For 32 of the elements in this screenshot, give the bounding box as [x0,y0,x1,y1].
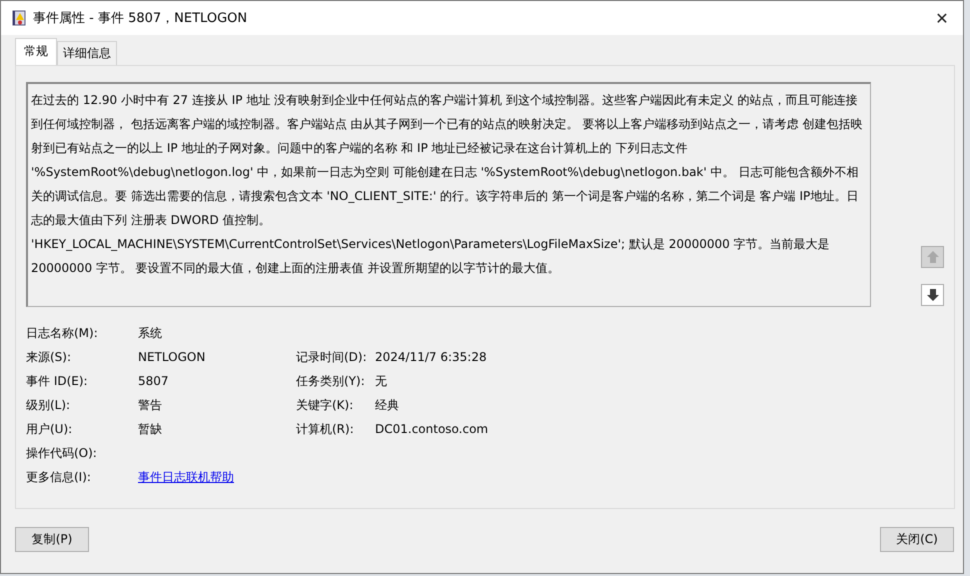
field-value: 无 [375,372,388,390]
field-label: 任务类别(Y): [296,372,366,390]
field-label: 记录时间(D): [296,348,368,366]
field-value: 警告 [138,396,163,414]
field-label: 更多信息(I): [26,468,92,486]
field-value: 系统 [138,324,163,342]
field-label: 用户(U): [26,420,74,438]
field-label: 日志名称(M): [26,324,99,342]
up-arrow-icon [926,250,940,264]
field-label: 来源(S): [26,348,72,366]
field-value: NETLOGON [138,350,206,364]
copy-button[interactable]: 复制(P) [15,527,89,552]
field-label: 级别(L): [26,396,72,414]
field-value: 5807 [138,374,170,388]
tab[interactable]: 常规 [15,38,57,65]
event-description: 在过去的 12.90 小时中有 27 连接从 IP 地址 没有映射到企业中任何站点的客户端计算机 到这个域控制器。这些客户端因此有未定义 的站点，而且可能连接到任何域控制器， 包括远离客户端的域控制器。客户端站点 由从其子网到一个已有的站点的映射决定。 要将以上客户端移动到站点之一，请考虑 创建包括映射到已有站点之一的以上 IP 地址的子网对象。问题中的客户端的名称 和 IP 地址已经被记录在这台计算机上的 下列日志文件 '%SystemRoot%\debug\netlogon.log' 中，如果前一日志为空则 可能创建在日志 '%SystemRoot%\debug\netlogon.bak' 中。 日志可能包含额外不相关的调试信息。要 筛选出需要的信息，请搜索包含文本 'NO_CLIENT_SITE:' 的行。该字符串后的 第一个词是客户端的名称，第二个词是 客户端 IP地址。日志的最大值由下列 注册表 DWORD 值控制。 'HKEY_LOCAL_MACHINE\SYSTEM\CurrentControlSet\Services\Netlogon\Parameters\LogFileMaxSize'; 默认是 20000000 字节。当前最大是 20000000 字节。 要设置不同的最大值，创建上面的注册表值 并设置所期望的以字节计的最大值。 [26,82,871,307]
field-label: 关键字(K): [296,396,354,414]
field-label: 操作代码(O): [26,444,98,462]
window-title: 事件属性 - 事件 5807，NETLOGON [33,10,248,27]
help-link[interactable]: 事件日志联机帮助 [138,470,234,484]
field-value: 2024/11/7 6:35:28 [375,350,488,364]
move-down-button[interactable] [921,284,944,306]
field-value: DC01.contoso.com [375,422,490,436]
field-label: 事件 ID(E): [26,372,89,390]
field-label: 计算机(R): [296,420,355,438]
down-arrow-icon [926,288,940,302]
close-button[interactable]: ✕ [927,4,957,32]
close-dialog-button[interactable]: 关闭(C) [880,527,954,552]
field-value: 经典 [375,396,400,414]
event-log-icon [11,10,27,26]
field-value: 暂缺 [138,420,163,438]
tab[interactable]: 详细信息 [57,41,117,65]
